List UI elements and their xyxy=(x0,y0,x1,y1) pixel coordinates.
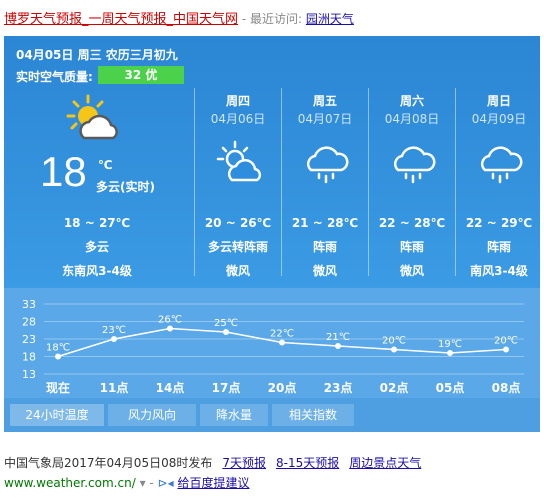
temperature-point xyxy=(279,339,285,346)
y-tick-label: 13 xyxy=(22,368,36,381)
recent-city-link[interactable]: 园洲天气 xyxy=(306,12,354,26)
x-tick-label: 20点 xyxy=(268,380,297,395)
sun-cloud-icon xyxy=(66,94,118,140)
temperature-data-label: 26℃ xyxy=(158,315,182,326)
forecast-wind: 微风 xyxy=(399,264,424,278)
temperature-point xyxy=(111,336,117,342)
rain-cloud-icon xyxy=(306,146,349,184)
forecast-wind: 南风3-4级 xyxy=(470,264,528,278)
link-nearby-spots[interactable]: 周边景点天气 xyxy=(349,456,421,470)
sun-cloud-icon xyxy=(216,140,262,182)
today-temperature: 18 xyxy=(40,148,87,195)
aqi-label: 实时空气质量: xyxy=(16,70,93,84)
forecast-wind: 微风 xyxy=(225,264,250,278)
forecast-range: 20 ~ 26℃ xyxy=(204,216,272,230)
forecast-day-name: 周六 xyxy=(399,94,424,108)
title-link-site[interactable]: 中国天气网 xyxy=(173,12,238,27)
temperature-data-label: 20℃ xyxy=(494,336,518,347)
today-weather: 多云 xyxy=(84,240,109,254)
forecast-wind: 微风 xyxy=(312,264,337,278)
temperature-chart-svg: 33 28 23 18 13 18℃ 现在 23℃ 11点 26℃ 14点 25℃ 17点 22℃ 20点 2… xyxy=(22,298,524,395)
today-date: 04月05日 周三 农历三月初九 xyxy=(16,48,178,62)
publish-line: 中国气象局2017年04月05日08时发布 7天预报 8-15天预报 周边景点天气 xyxy=(4,454,421,471)
aqi-badge[interactable]: 32 优 xyxy=(98,66,184,84)
tab-precipitation[interactable]: 降水量 xyxy=(200,404,268,426)
temperature-point xyxy=(391,346,397,353)
tab-wind[interactable]: 风力风向 xyxy=(108,404,196,426)
x-tick-label: 14点 xyxy=(156,380,185,395)
today-wind: 东南风3-4级 xyxy=(62,264,132,278)
today-temp-unit: ℃ xyxy=(98,158,113,172)
temperature-point xyxy=(335,343,341,349)
url-dropdown-arrow[interactable]: ▾ - xyxy=(136,476,158,490)
forecast-day-name: 周四 xyxy=(225,94,250,108)
y-tick-label: 28 xyxy=(22,316,36,329)
forecast-range: 22 ~ 29℃ xyxy=(465,216,533,230)
forecast-weather: 阵雨 xyxy=(399,240,424,254)
forecast-date: 04月07日 xyxy=(297,112,353,126)
forecast-weather: 阵雨 xyxy=(486,240,511,254)
temperature-point xyxy=(55,353,61,360)
forecast-day-name: 周日 xyxy=(486,94,511,108)
forecast-day[interactable]: 周四 04月06日 20 ~ 26℃ 多云转阵雨 微风 xyxy=(194,88,281,278)
temperature-point xyxy=(167,325,173,332)
forecast-date: 04月08日 xyxy=(384,112,440,126)
forecast-day-name: 周五 xyxy=(312,94,337,108)
temperature-data-label: 25℃ xyxy=(214,318,238,329)
y-tick-label: 23 xyxy=(22,333,36,346)
x-tick-label: 17点 xyxy=(212,380,241,395)
title-link-city[interactable]: 博罗天气预报 xyxy=(4,12,82,27)
temperature-data-label: 20℃ xyxy=(382,336,406,347)
recent-label: - 最近访问: xyxy=(238,12,306,26)
temperature-data-label: 21℃ xyxy=(326,332,350,343)
weather-card: 04月05日 周三 农历三月初九 实时空气质量: 32 优 18 ℃ 多云(实时… xyxy=(4,36,540,432)
today-range: 18 ~ 27℃ xyxy=(63,216,131,230)
y-tick-label: 18 xyxy=(22,351,36,364)
tab-indices[interactable]: 相关指数 xyxy=(272,404,354,426)
x-tick-label: 11点 xyxy=(100,380,129,395)
x-tick-label: 02点 xyxy=(380,380,409,395)
x-tick-label: 23点 xyxy=(324,380,353,395)
forecast-date: 04月06日 xyxy=(210,112,266,126)
result-title: 博罗天气预报_一周天气预报_中国天气网 - 最近访问: 园洲天气 xyxy=(4,8,354,27)
temperature-point xyxy=(503,346,509,353)
today-description: 多云(实时) xyxy=(96,180,155,194)
temperature-chart: 33 28 23 18 13 18℃ 现在 23℃ 11点 26℃ 14点 25℃ 17点 22℃ 20点 2… xyxy=(4,288,540,398)
feedback-icon: ⊳◂ xyxy=(157,476,178,490)
forecast-day[interactable]: 周日 04月09日 22 ~ 29℃ 阵雨 南风3-4级 xyxy=(455,88,540,278)
forecast-weather: 阵雨 xyxy=(312,240,337,254)
feedback-link[interactable]: 给百度提建议 xyxy=(177,476,249,490)
source-url[interactable]: www.weather.com.cn/ xyxy=(4,476,136,490)
temperature-data-label: 19℃ xyxy=(438,339,462,350)
temperature-point xyxy=(223,329,229,335)
forecast-range: 21 ~ 28℃ xyxy=(291,216,359,230)
tab-24h-temperature[interactable]: 24小时温度 xyxy=(10,404,104,426)
x-tick-label: 08点 xyxy=(492,380,521,395)
rain-cloud-icon xyxy=(480,146,523,184)
publish-info: 中国气象局2017年04月05日08时发布 xyxy=(4,456,213,470)
source-line: www.weather.com.cn/ ▾ - ⊳◂ 给百度提建议 xyxy=(4,474,249,491)
link-7day[interactable]: 7天预报 xyxy=(222,456,266,470)
forecast-date: 04月09日 xyxy=(471,112,527,126)
temperature-data-label: 18℃ xyxy=(46,343,70,354)
temperature-data-label: 23℃ xyxy=(102,325,126,336)
temperature-point xyxy=(447,350,453,356)
x-tick-label: 现在 xyxy=(46,380,70,395)
forecast-day[interactable]: 周五 04月07日 21 ~ 28℃ 阵雨 微风 xyxy=(281,88,368,278)
rain-cloud-icon xyxy=(393,146,436,184)
link-8-15day[interactable]: 8-15天预报 xyxy=(276,456,339,470)
chart-tabs: 24小时温度 风力风向 降水量 相关指数 xyxy=(4,398,540,432)
y-tick-label: 33 xyxy=(22,298,36,311)
forecast-weather: 多云转阵雨 xyxy=(207,240,268,254)
forecast-day[interactable]: 周六 04月08日 22 ~ 28℃ 阵雨 微风 xyxy=(368,88,455,278)
forecast-range: 22 ~ 28℃ xyxy=(378,216,446,230)
title-link-week[interactable]: 一周天气预报 xyxy=(89,12,167,27)
x-tick-label: 05点 xyxy=(436,380,465,395)
temperature-data-label: 22℃ xyxy=(270,329,294,340)
